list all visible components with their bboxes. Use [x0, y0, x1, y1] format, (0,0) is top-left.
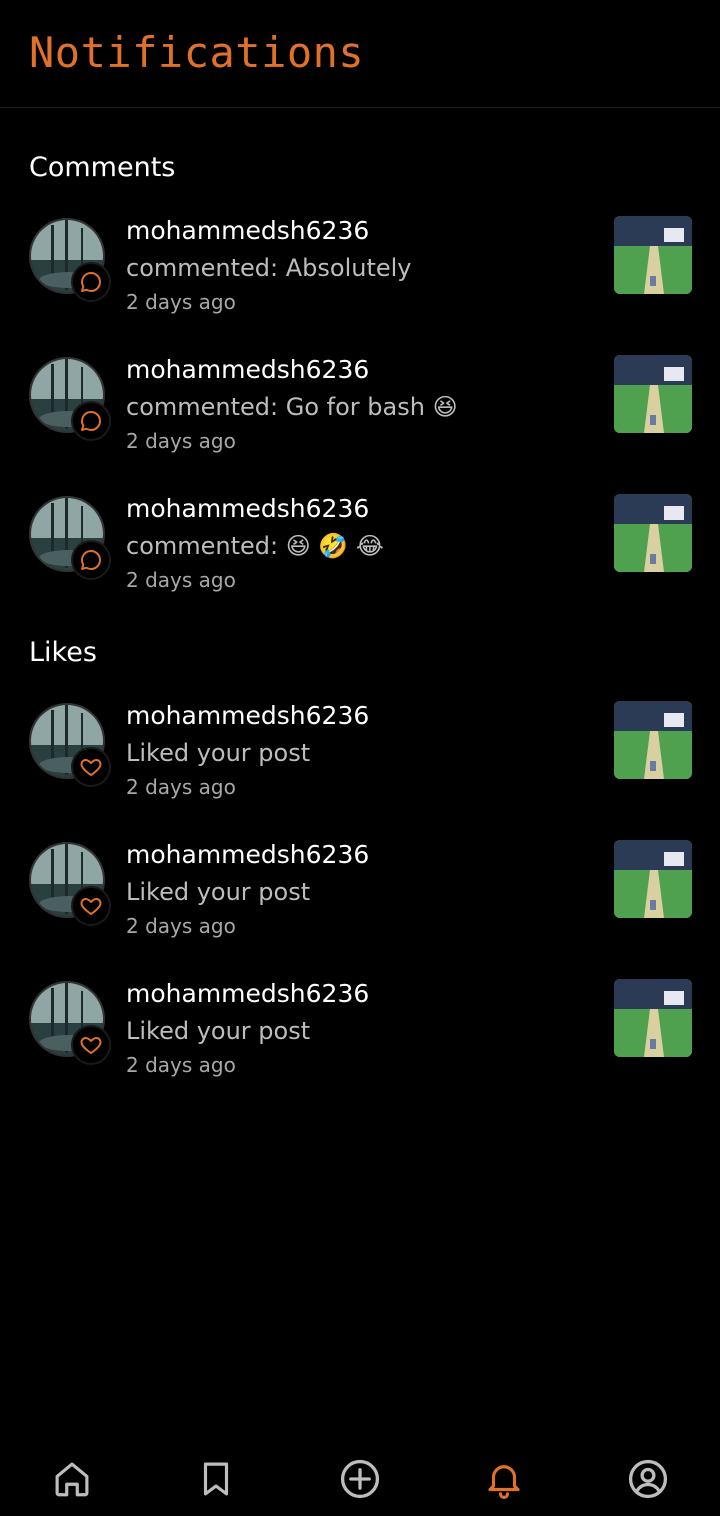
avatar[interactable] — [29, 357, 111, 441]
notification-row[interactable]: mohammedsh6236 commented: Go for bash 😆 … — [0, 355, 720, 475]
username[interactable]: mohammedsh6236 — [126, 494, 384, 524]
nav-bookmarks[interactable] — [194, 1457, 238, 1501]
notification-message: Liked your post — [126, 878, 311, 906]
avatar[interactable] — [29, 981, 111, 1065]
post-thumbnail[interactable] — [614, 701, 692, 779]
comment-icon — [71, 540, 111, 580]
timestamp: 2 days ago — [126, 290, 236, 314]
post-thumbnail[interactable] — [614, 840, 692, 918]
heart-icon — [71, 886, 111, 926]
notification-message: commented: Absolutely — [126, 254, 412, 282]
post-thumbnail[interactable] — [614, 216, 692, 294]
post-thumbnail[interactable] — [614, 355, 692, 433]
heart-icon — [71, 1025, 111, 1065]
heart-icon — [71, 747, 111, 787]
bookmark-icon — [203, 1462, 229, 1496]
post-thumbnail[interactable] — [614, 979, 692, 1057]
profile-icon — [628, 1459, 668, 1499]
post-thumbnail[interactable] — [614, 494, 692, 572]
header: Notifications — [0, 0, 720, 108]
username[interactable]: mohammedsh6236 — [126, 840, 369, 870]
username[interactable]: mohammedsh6236 — [126, 701, 369, 731]
nav-home[interactable] — [50, 1457, 94, 1501]
home-icon — [55, 1462, 89, 1497]
timestamp: 2 days ago — [126, 429, 236, 453]
avatar[interactable] — [29, 218, 111, 302]
nav-create[interactable] — [338, 1457, 382, 1501]
timestamp: 2 days ago — [126, 775, 236, 799]
notification-row[interactable]: mohammedsh6236 Liked your post 2 days ag… — [0, 701, 720, 821]
notification-row[interactable]: mohammedsh6236 Liked your post 2 days ag… — [0, 979, 720, 1099]
nav-notifications[interactable] — [482, 1457, 526, 1501]
username[interactable]: mohammedsh6236 — [126, 216, 412, 246]
comment-icon — [71, 401, 111, 441]
avatar[interactable] — [29, 496, 111, 580]
section-title-likes: Likes — [29, 637, 97, 668]
page-title: Notifications — [29, 28, 365, 77]
avatar[interactable] — [29, 842, 111, 926]
username[interactable]: mohammedsh6236 — [126, 355, 458, 385]
notification-message: commented: Go for bash 😆 — [126, 393, 458, 421]
timestamp: 2 days ago — [126, 1053, 236, 1077]
notification-row[interactable]: mohammedsh6236 commented: Absolutely 2 d… — [0, 216, 720, 336]
notification-row[interactable]: mohammedsh6236 Liked your post 2 days ag… — [0, 840, 720, 960]
username[interactable]: mohammedsh6236 — [126, 979, 369, 1009]
notification-row[interactable]: mohammedsh6236 commented: 😆 🤣 😂 2 days a… — [0, 494, 720, 614]
notification-message: Liked your post — [126, 739, 311, 767]
notification-message: Liked your post — [126, 1017, 311, 1045]
timestamp: 2 days ago — [126, 914, 236, 938]
comment-icon — [71, 262, 111, 302]
nav-profile[interactable] — [626, 1457, 670, 1501]
avatar[interactable] — [29, 703, 111, 787]
section-title-comments: Comments — [29, 152, 176, 183]
bell-icon — [488, 1465, 520, 1499]
add-circle-icon — [340, 1459, 380, 1499]
notification-message: commented: 😆 🤣 😂 — [126, 532, 384, 560]
timestamp: 2 days ago — [126, 568, 236, 592]
